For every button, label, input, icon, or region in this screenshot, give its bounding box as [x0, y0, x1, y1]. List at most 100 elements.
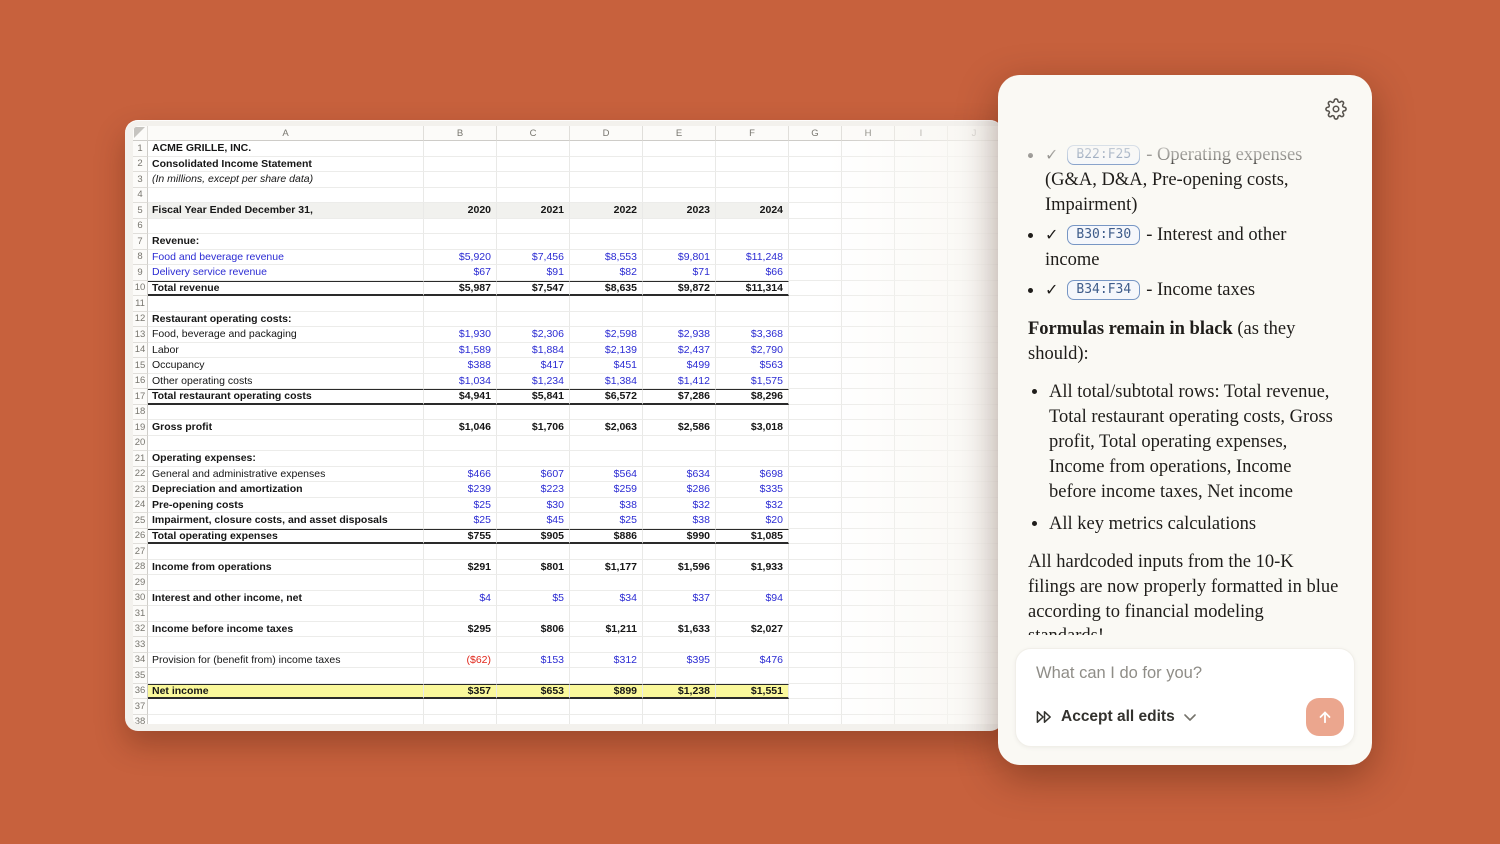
cell-J29[interactable]	[948, 575, 1001, 591]
cell-C4[interactable]	[497, 188, 570, 204]
cell-B10[interactable]: $5,987	[424, 281, 497, 297]
cell-C21[interactable]	[497, 451, 570, 467]
cell-C25[interactable]: $45	[497, 513, 570, 529]
cell-E4[interactable]	[643, 188, 716, 204]
cell-A8[interactable]: Food and beverage revenue	[148, 250, 424, 266]
cell-H4[interactable]	[842, 188, 895, 204]
cell-C3[interactable]	[497, 172, 570, 188]
cell-H11[interactable]	[842, 296, 895, 312]
cell-I23[interactable]	[895, 482, 948, 498]
cell-H29[interactable]	[842, 575, 895, 591]
cell-A20[interactable]	[148, 436, 424, 452]
cell-E32[interactable]: $1,633	[643, 622, 716, 638]
cell-B30[interactable]: $4	[424, 591, 497, 607]
cell-G21[interactable]	[789, 451, 842, 467]
cell-G9[interactable]	[789, 265, 842, 281]
cell-D19[interactable]: $2,063	[570, 420, 643, 436]
cell-J26[interactable]	[948, 529, 1001, 545]
cell-I1[interactable]	[895, 141, 948, 157]
cell-H6[interactable]	[842, 219, 895, 235]
cell-D14[interactable]: $2,139	[570, 343, 643, 359]
cell-range-chip[interactable]: B34:F34	[1067, 280, 1140, 300]
cell-I17[interactable]	[895, 389, 948, 405]
cell-C5[interactable]: 2021	[497, 203, 570, 219]
cell-C22[interactable]: $607	[497, 467, 570, 483]
cell-J22[interactable]	[948, 467, 1001, 483]
cell-F34[interactable]: $476	[716, 653, 789, 669]
cell-C36[interactable]: $653	[497, 684, 570, 700]
cell-A33[interactable]	[148, 637, 424, 653]
cell-J37[interactable]	[948, 699, 1001, 715]
cell-I10[interactable]	[895, 281, 948, 297]
cell-F28[interactable]: $1,933	[716, 560, 789, 576]
cell-B13[interactable]: $1,930	[424, 327, 497, 343]
cell-H23[interactable]	[842, 482, 895, 498]
cell-G25[interactable]	[789, 513, 842, 529]
cell-G35[interactable]	[789, 668, 842, 684]
cell-A17[interactable]: Total restaurant operating costs	[148, 389, 424, 405]
cell-I16[interactable]	[895, 374, 948, 390]
cell-F17[interactable]: $8,296	[716, 389, 789, 405]
cell-G2[interactable]	[789, 157, 842, 173]
cell-D11[interactable]	[570, 296, 643, 312]
cell-A37[interactable]	[148, 699, 424, 715]
cell-F26[interactable]: $1,085	[716, 529, 789, 545]
cell-D32[interactable]: $1,211	[570, 622, 643, 638]
row-header-26[interactable]: 26	[133, 529, 148, 545]
cell-E30[interactable]: $37	[643, 591, 716, 607]
cell-B22[interactable]: $466	[424, 467, 497, 483]
cell-H34[interactable]	[842, 653, 895, 669]
cell-J20[interactable]	[948, 436, 1001, 452]
col-header-J[interactable]: J	[948, 126, 1001, 141]
cell-E5[interactable]: 2023	[643, 203, 716, 219]
cell-J24[interactable]	[948, 498, 1001, 514]
cell-A36[interactable]: Net income	[148, 684, 424, 700]
row-header-29[interactable]: 29	[133, 575, 148, 591]
cell-F16[interactable]: $1,575	[716, 374, 789, 390]
cell-B7[interactable]	[424, 234, 497, 250]
send-button[interactable]	[1306, 698, 1344, 736]
row-header-11[interactable]: 11	[133, 296, 148, 312]
cell-H10[interactable]	[842, 281, 895, 297]
cell-F32[interactable]: $2,027	[716, 622, 789, 638]
row-header-30[interactable]: 30	[133, 591, 148, 607]
cell-D4[interactable]	[570, 188, 643, 204]
cell-H21[interactable]	[842, 451, 895, 467]
cell-J4[interactable]	[948, 188, 1001, 204]
cell-J32[interactable]	[948, 622, 1001, 638]
cell-E18[interactable]	[643, 405, 716, 421]
cell-F25[interactable]: $20	[716, 513, 789, 529]
cell-J7[interactable]	[948, 234, 1001, 250]
row-header-6[interactable]: 6	[133, 219, 148, 235]
cell-C16[interactable]: $1,234	[497, 374, 570, 390]
cell-range-chip[interactable]: B30:F30	[1067, 225, 1140, 245]
cell-H18[interactable]	[842, 405, 895, 421]
cell-F1[interactable]	[716, 141, 789, 157]
cell-B3[interactable]	[424, 172, 497, 188]
cell-H8[interactable]	[842, 250, 895, 266]
col-header-B[interactable]: B	[424, 126, 497, 141]
cell-H37[interactable]	[842, 699, 895, 715]
cell-C2[interactable]	[497, 157, 570, 173]
cell-H13[interactable]	[842, 327, 895, 343]
cell-B37[interactable]	[424, 699, 497, 715]
cell-D2[interactable]	[570, 157, 643, 173]
cell-J15[interactable]	[948, 358, 1001, 374]
cell-B32[interactable]: $295	[424, 622, 497, 638]
row-header-38[interactable]: 38	[133, 715, 148, 725]
row-header-7[interactable]: 7	[133, 234, 148, 250]
cell-A5[interactable]: Fiscal Year Ended December 31,	[148, 203, 424, 219]
cell-B5[interactable]: 2020	[424, 203, 497, 219]
cell-H36[interactable]	[842, 684, 895, 700]
cell-E1[interactable]	[643, 141, 716, 157]
cell-E12[interactable]	[643, 312, 716, 328]
cell-B9[interactable]: $67	[424, 265, 497, 281]
row-header-12[interactable]: 12	[133, 312, 148, 328]
cell-C18[interactable]	[497, 405, 570, 421]
row-header-15[interactable]: 15	[133, 358, 148, 374]
col-header-E[interactable]: E	[643, 126, 716, 141]
cell-I13[interactable]	[895, 327, 948, 343]
cell-D25[interactable]: $25	[570, 513, 643, 529]
cell-A24[interactable]: Pre-opening costs	[148, 498, 424, 514]
cell-E22[interactable]: $634	[643, 467, 716, 483]
